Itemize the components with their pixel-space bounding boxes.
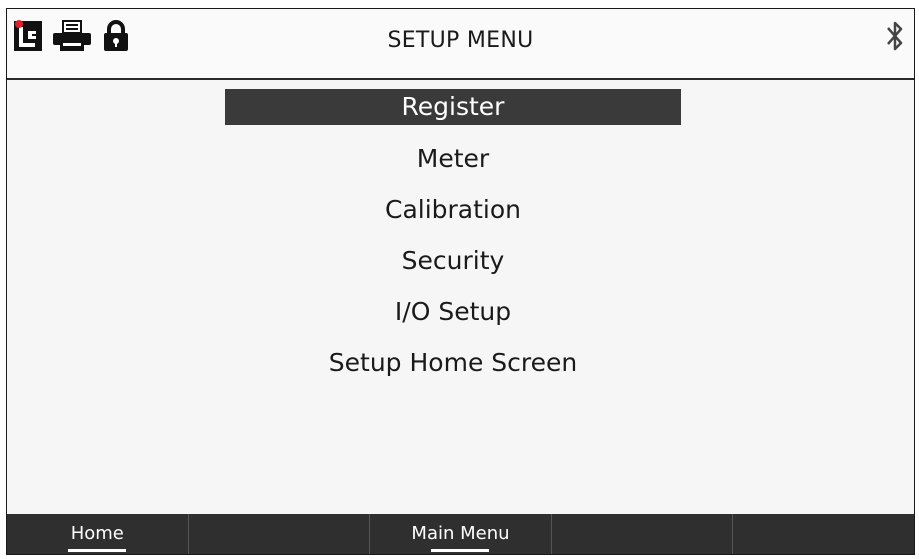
- setup-menu-list: Register Meter Calibration Security I/O …: [7, 80, 914, 514]
- softkey-main-menu-label: Main Menu: [411, 523, 510, 544]
- softkey-bar: Home Main Menu: [7, 514, 914, 554]
- page-title: SETUP MENU: [387, 28, 534, 53]
- menu-item-register[interactable]: Register: [225, 89, 681, 125]
- setup-screen: SETUP MENU Register Meter Calibration Se…: [6, 8, 915, 555]
- softkey-indicator: [68, 549, 127, 552]
- menu-item-io-setup[interactable]: I/O Setup: [225, 294, 681, 330]
- softkey-main-menu[interactable]: Main Menu: [370, 514, 552, 554]
- menu-item-calibration[interactable]: Calibration: [225, 192, 681, 228]
- menu-item-setup-home-screen[interactable]: Setup Home Screen: [225, 345, 681, 381]
- softkey-home[interactable]: Home: [7, 514, 189, 554]
- header-bar: SETUP MENU: [7, 9, 914, 80]
- menu-item-security[interactable]: Security: [225, 243, 681, 279]
- softkey-2[interactable]: [189, 514, 371, 554]
- softkey-home-label: Home: [70, 523, 124, 544]
- softkey-4[interactable]: [552, 514, 734, 554]
- softkey-indicator: [431, 549, 490, 552]
- menu-item-meter[interactable]: Meter: [225, 141, 681, 177]
- softkey-5[interactable]: [733, 514, 914, 554]
- bluetooth-icon: [884, 19, 906, 57]
